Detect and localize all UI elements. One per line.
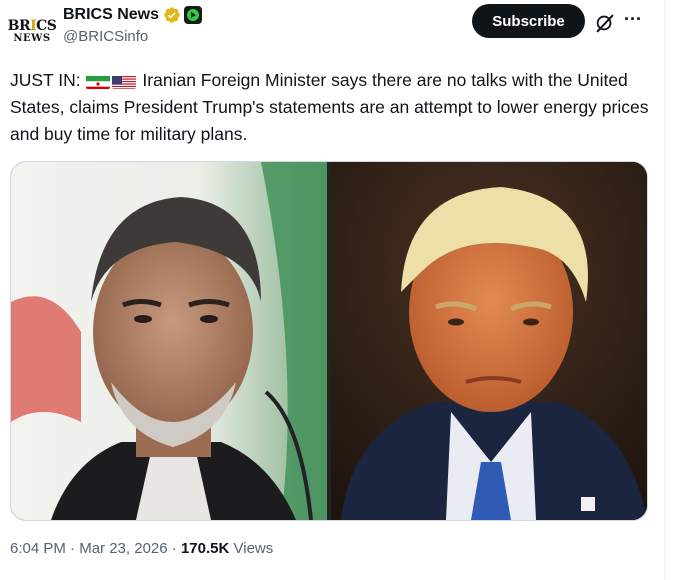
us-flag-icon [111,73,136,89]
views-label: Views [233,540,274,557]
avatar[interactable]: BRICS NEWS [7,8,57,54]
more-icon[interactable]: ··· [624,9,642,30]
account-name[interactable]: BRICS News [63,6,159,24]
right-divider [664,0,665,580]
account-handle[interactable]: @BRICSinfo [63,28,148,45]
right-photo [331,162,647,520]
verified-badge-icon[interactable] [163,6,181,24]
views-count: 170.5K [180,540,230,557]
media-image-left[interactable] [11,162,327,520]
account-name-row: BRICS News [63,4,203,26]
footer-separator-2: · [171,540,177,557]
tweet-media[interactable] [10,161,648,521]
affiliate-badge-icon[interactable] [184,6,203,24]
iran-flag-icon [85,73,110,89]
footer-separator: · [70,540,76,557]
media-image-right[interactable] [331,162,647,520]
subscribe-button[interactable]: Subscribe [472,4,585,38]
avatar-logo-subtext: NEWS [13,32,51,44]
tweet-prefix: JUST IN: [10,70,81,90]
tweet-date[interactable]: Mar 23, 2026 [79,540,167,557]
tweet-footer: 6:04 PM · Mar 23, 2026 · 170.5K Views [10,540,273,557]
grok-icon[interactable] [594,12,616,34]
avatar-logo-text: BRICS [7,17,57,34]
tweet-time[interactable]: 6:04 PM [10,540,66,557]
tweet-text: JUST IN: Iranian Foreign Minister says t… [10,67,650,148]
left-photo [11,162,327,520]
